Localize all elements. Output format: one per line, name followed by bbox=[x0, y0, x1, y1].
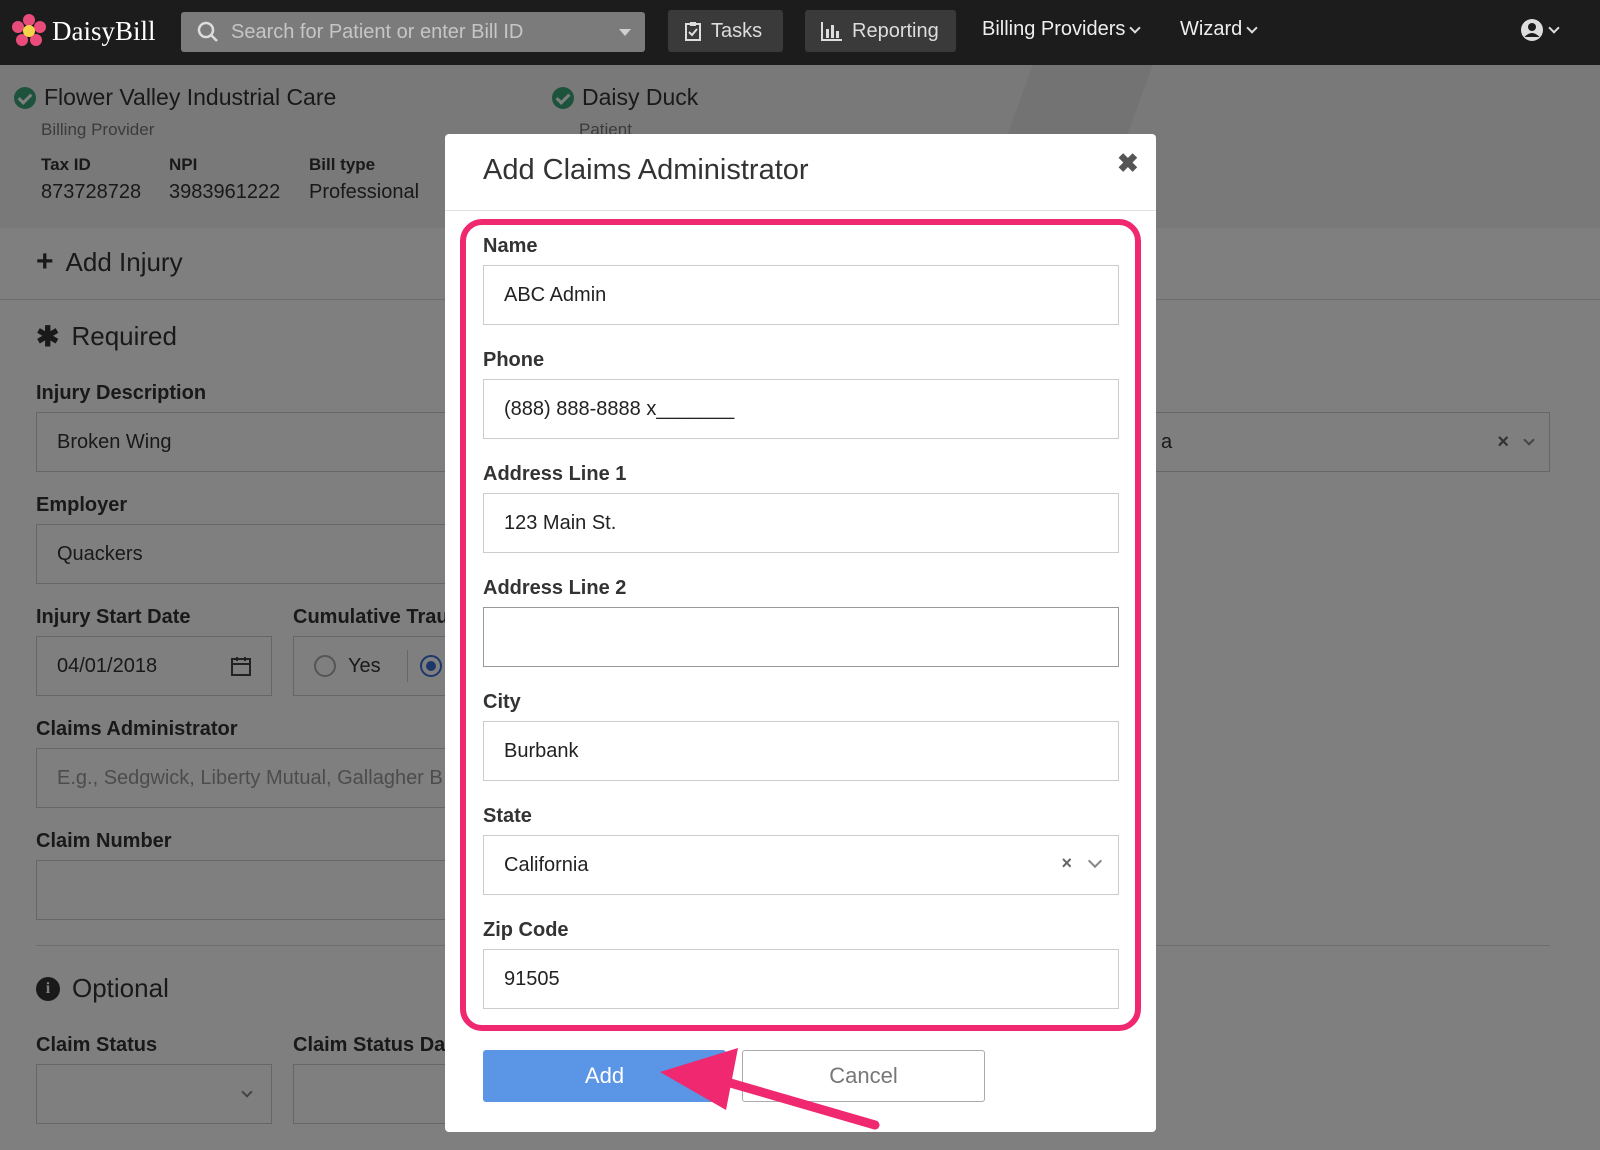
chevron-down-icon bbox=[1129, 21, 1142, 34]
patient-search[interactable]: Search for Patient or enter Bill ID bbox=[181, 12, 645, 52]
chevron-down-icon bbox=[1246, 21, 1258, 34]
divider bbox=[445, 210, 1156, 211]
bar-chart-icon bbox=[821, 22, 842, 41]
daisy-logo-icon bbox=[12, 14, 46, 46]
reporting-button[interactable]: Reporting bbox=[805, 10, 956, 52]
chevron-down-icon bbox=[1548, 22, 1560, 34]
top-navbar: DaisyBill Search for Patient or enter Bi… bbox=[0, 0, 1600, 65]
tasks-label: Tasks bbox=[711, 19, 763, 42]
search-icon bbox=[197, 21, 218, 42]
brand-name: DaisyBill bbox=[52, 15, 156, 46]
billing-providers-label: Billing Providers bbox=[982, 18, 1126, 40]
add-claims-administrator-modal: Add Claims Administrator ✖ Name ABC Admi… bbox=[445, 134, 1156, 1132]
user-avatar-icon bbox=[1521, 19, 1543, 41]
user-menu[interactable] bbox=[1520, 18, 1560, 42]
annotation-arrow-icon bbox=[660, 1048, 880, 1130]
modal-title: Add Claims Administrator bbox=[483, 154, 809, 186]
clipboard-check-icon bbox=[685, 22, 701, 41]
tasks-button[interactable]: Tasks bbox=[668, 10, 783, 52]
brand-logo[interactable]: DaisyBill bbox=[12, 14, 156, 48]
wizard-label: Wizard bbox=[1180, 18, 1243, 40]
wizard-menu[interactable]: Wizard bbox=[1180, 18, 1258, 41]
dropdown-caret-icon[interactable] bbox=[619, 28, 631, 36]
search-placeholder: Search for Patient or enter Bill ID bbox=[231, 20, 524, 43]
close-icon[interactable]: ✖ bbox=[1117, 148, 1139, 179]
highlight-box bbox=[460, 219, 1141, 1031]
billing-providers-menu[interactable]: Billing Providers bbox=[982, 18, 1142, 41]
reporting-label: Reporting bbox=[852, 19, 939, 42]
